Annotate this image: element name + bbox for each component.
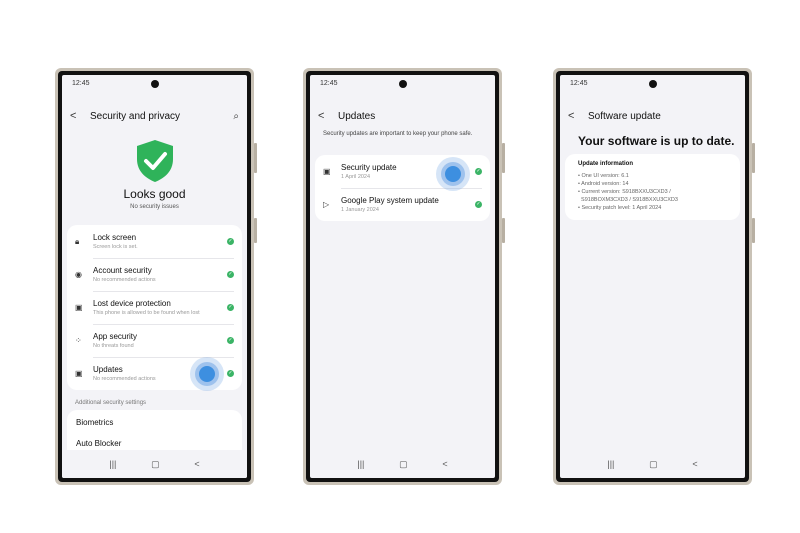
navigation-bar: ||| ▢ < — [560, 450, 745, 478]
update-icon: ▣ — [75, 369, 83, 378]
camera-cutout — [398, 80, 407, 88]
list-item-google-play-update[interactable]: ▷ Google Play system update 1 January 2024… — [315, 188, 490, 221]
navigation-bar: ||| ▢ < — [310, 450, 495, 478]
find-device-icon: ▣ — [75, 303, 83, 312]
account-icon: ◉ — [75, 270, 82, 279]
status-time: 12:45 — [320, 80, 338, 87]
security-update-icon: ▣ — [323, 167, 331, 176]
search-icon[interactable]: ⌕ — [233, 111, 239, 122]
back-button[interactable]: < — [318, 110, 338, 122]
item-title: Account security — [93, 266, 152, 275]
touch-indicator — [190, 357, 224, 391]
home-button[interactable]: ▢ — [649, 459, 658, 470]
headline: Your software is up to date. — [578, 134, 735, 148]
page-title: Updates — [338, 110, 376, 122]
nav-back-button[interactable]: < — [442, 459, 447, 469]
item-subtitle: No threats found — [93, 343, 134, 349]
phone-updates: 12:45 < Updates Security updates are impo… — [303, 68, 505, 485]
recents-button[interactable]: ||| — [357, 459, 364, 469]
google-play-icon: ▷ — [323, 200, 330, 209]
info-line: • Security patch level: 1 April 2024 — [578, 205, 662, 211]
check-icon: ✓ — [227, 304, 234, 311]
list-item-lock-screen[interactable]: 🔒︎ Lock screen Screen lock is set. ✓ — [67, 225, 242, 258]
info-line: • Android version: 14 — [578, 181, 629, 187]
info-line: S918BOXM3CXD3 / S918BXXU3CXD3 — [578, 197, 678, 203]
item-subtitle: No recommended actions — [93, 277, 156, 283]
back-button[interactable]: < — [568, 110, 588, 122]
home-button[interactable]: ▢ — [399, 459, 408, 470]
shield-check-icon — [137, 140, 173, 182]
camera-cutout — [648, 80, 657, 88]
list-item-app-security[interactable]: ⁘ App security No threats found ✓ — [67, 324, 242, 357]
status-time: 12:45 — [72, 80, 90, 87]
lock-icon: 🔒︎ — [75, 236, 80, 246]
status-title: Looks good — [123, 187, 186, 201]
apps-icon: ⁘ — [75, 336, 82, 345]
update-info-card: Update information • One UI version: 6.1… — [565, 154, 740, 220]
camera-cutout — [150, 80, 159, 88]
status-subtitle: No security issues — [130, 204, 179, 210]
item-title: Lost device protection — [93, 299, 171, 308]
item-subtitle: 1 January 2024 — [341, 207, 379, 213]
page-title: Software update — [588, 110, 661, 122]
check-icon: ✓ — [227, 337, 234, 344]
page-title: Security and privacy — [90, 110, 181, 122]
check-icon: ✓ — [227, 271, 234, 278]
navigation-bar: ||| ▢ < — [62, 450, 247, 478]
phone-security-privacy: 12:45 < Security and privacy ⌕ Looks good … — [55, 68, 257, 485]
section-label: Additional security settings — [75, 400, 147, 406]
check-icon: ✓ — [227, 238, 234, 245]
status-time: 12:45 — [570, 80, 588, 87]
recents-button[interactable]: ||| — [607, 459, 614, 469]
info-line: • Current version: S918BXXU3CXD3 / — [578, 189, 671, 195]
list-item-lost-device[interactable]: ▣ Lost device protection This phone is all… — [67, 291, 242, 324]
list-item-biometrics[interactable]: Biometrics — [67, 410, 242, 435]
phone-software-update: 12:45 < Software update Your software is … — [553, 68, 755, 485]
recents-button[interactable]: ||| — [109, 459, 116, 469]
item-subtitle: This phone is allowed to be found when l… — [93, 310, 200, 316]
item-title: App security — [93, 332, 138, 341]
info-line: • One UI version: 6.1 — [578, 173, 629, 179]
list-item-account-security[interactable]: ◉ Account security No recommended actions ✓ — [67, 258, 242, 291]
home-button[interactable]: ▢ — [151, 459, 160, 470]
item-title: Google Play system update — [341, 196, 439, 205]
nav-back-button[interactable]: < — [692, 459, 697, 469]
item-title: Lock screen — [93, 233, 137, 242]
nav-back-button[interactable]: < — [194, 459, 199, 469]
description: Security updates are important to keep y… — [323, 131, 473, 137]
info-title: Update information — [578, 161, 633, 167]
check-icon: ✓ — [475, 201, 482, 208]
item-subtitle: Screen lock is set. — [93, 244, 138, 250]
back-button[interactable]: < — [70, 110, 90, 122]
check-icon: ✓ — [475, 168, 482, 175]
touch-indicator — [436, 157, 470, 191]
check-icon: ✓ — [227, 370, 234, 377]
